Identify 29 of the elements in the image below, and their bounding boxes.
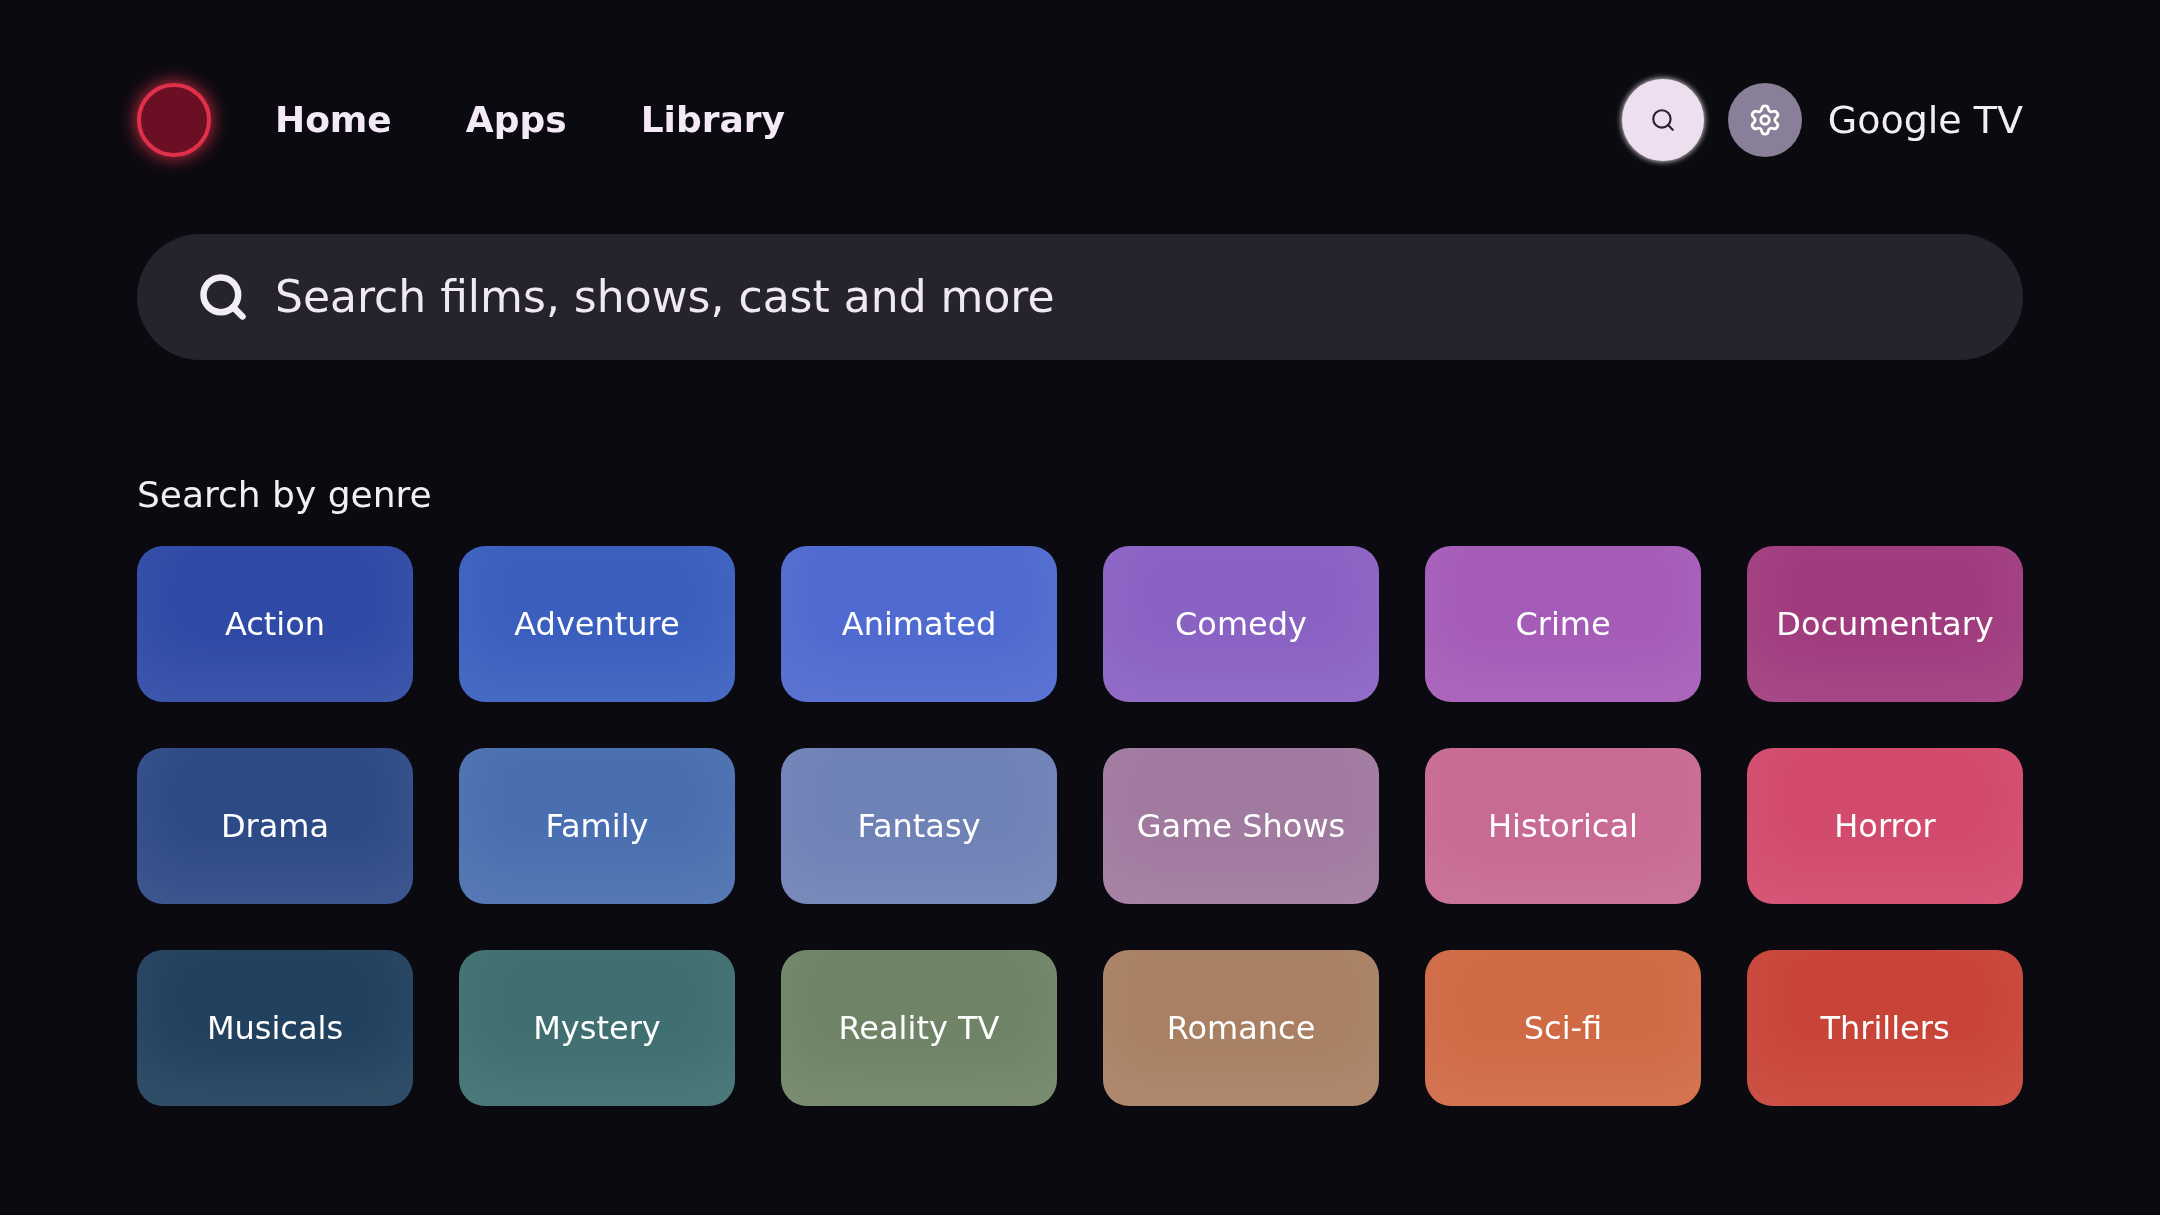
section-title: Search by genre [137,473,433,517]
genre-tile[interactable]: Reality TV [781,950,1057,1106]
nav-tab[interactable]: Home [275,93,392,147]
genre-tile[interactable]: Romance [1103,950,1379,1106]
profile-avatar[interactable] [137,83,211,157]
genre-tile[interactable]: Drama [137,748,413,904]
nav-tab[interactable]: Library [640,93,785,147]
genre-tile[interactable]: Adventure [459,546,735,702]
genre-tile[interactable]: Mystery [459,950,735,1106]
genre-tile[interactable]: Fantasy [781,748,1057,904]
genre-tile[interactable]: Thrillers [1747,950,2023,1106]
genre-tile[interactable]: Crime [1425,546,1701,702]
genre-tile[interactable]: Historical [1425,748,1701,904]
genre-tile[interactable]: Musicals [137,950,413,1106]
search-input[interactable]: Search films, shows, cast and more [275,264,1963,330]
search-icon [197,271,249,323]
search-button[interactable] [1621,79,1704,161]
search-field[interactable]: Search films, shows, cast and more [137,234,2023,360]
genre-tile[interactable]: Horror [1747,748,2023,904]
genre-tile[interactable]: Game Shows [1103,748,1379,904]
nav-tab[interactable]: Apps [465,93,567,147]
genre-tile[interactable]: Sci-fi [1425,950,1701,1106]
genre-tile[interactable]: Action [137,546,413,702]
brand-logo: Google TV [1827,96,2023,144]
genre-tile[interactable]: Family [459,748,735,904]
search-icon [1649,107,1676,133]
genre-tile[interactable]: Animated [781,546,1057,702]
genre-tile[interactable]: Documentary [1747,546,2023,702]
genre-tile[interactable]: Comedy [1103,546,1379,702]
